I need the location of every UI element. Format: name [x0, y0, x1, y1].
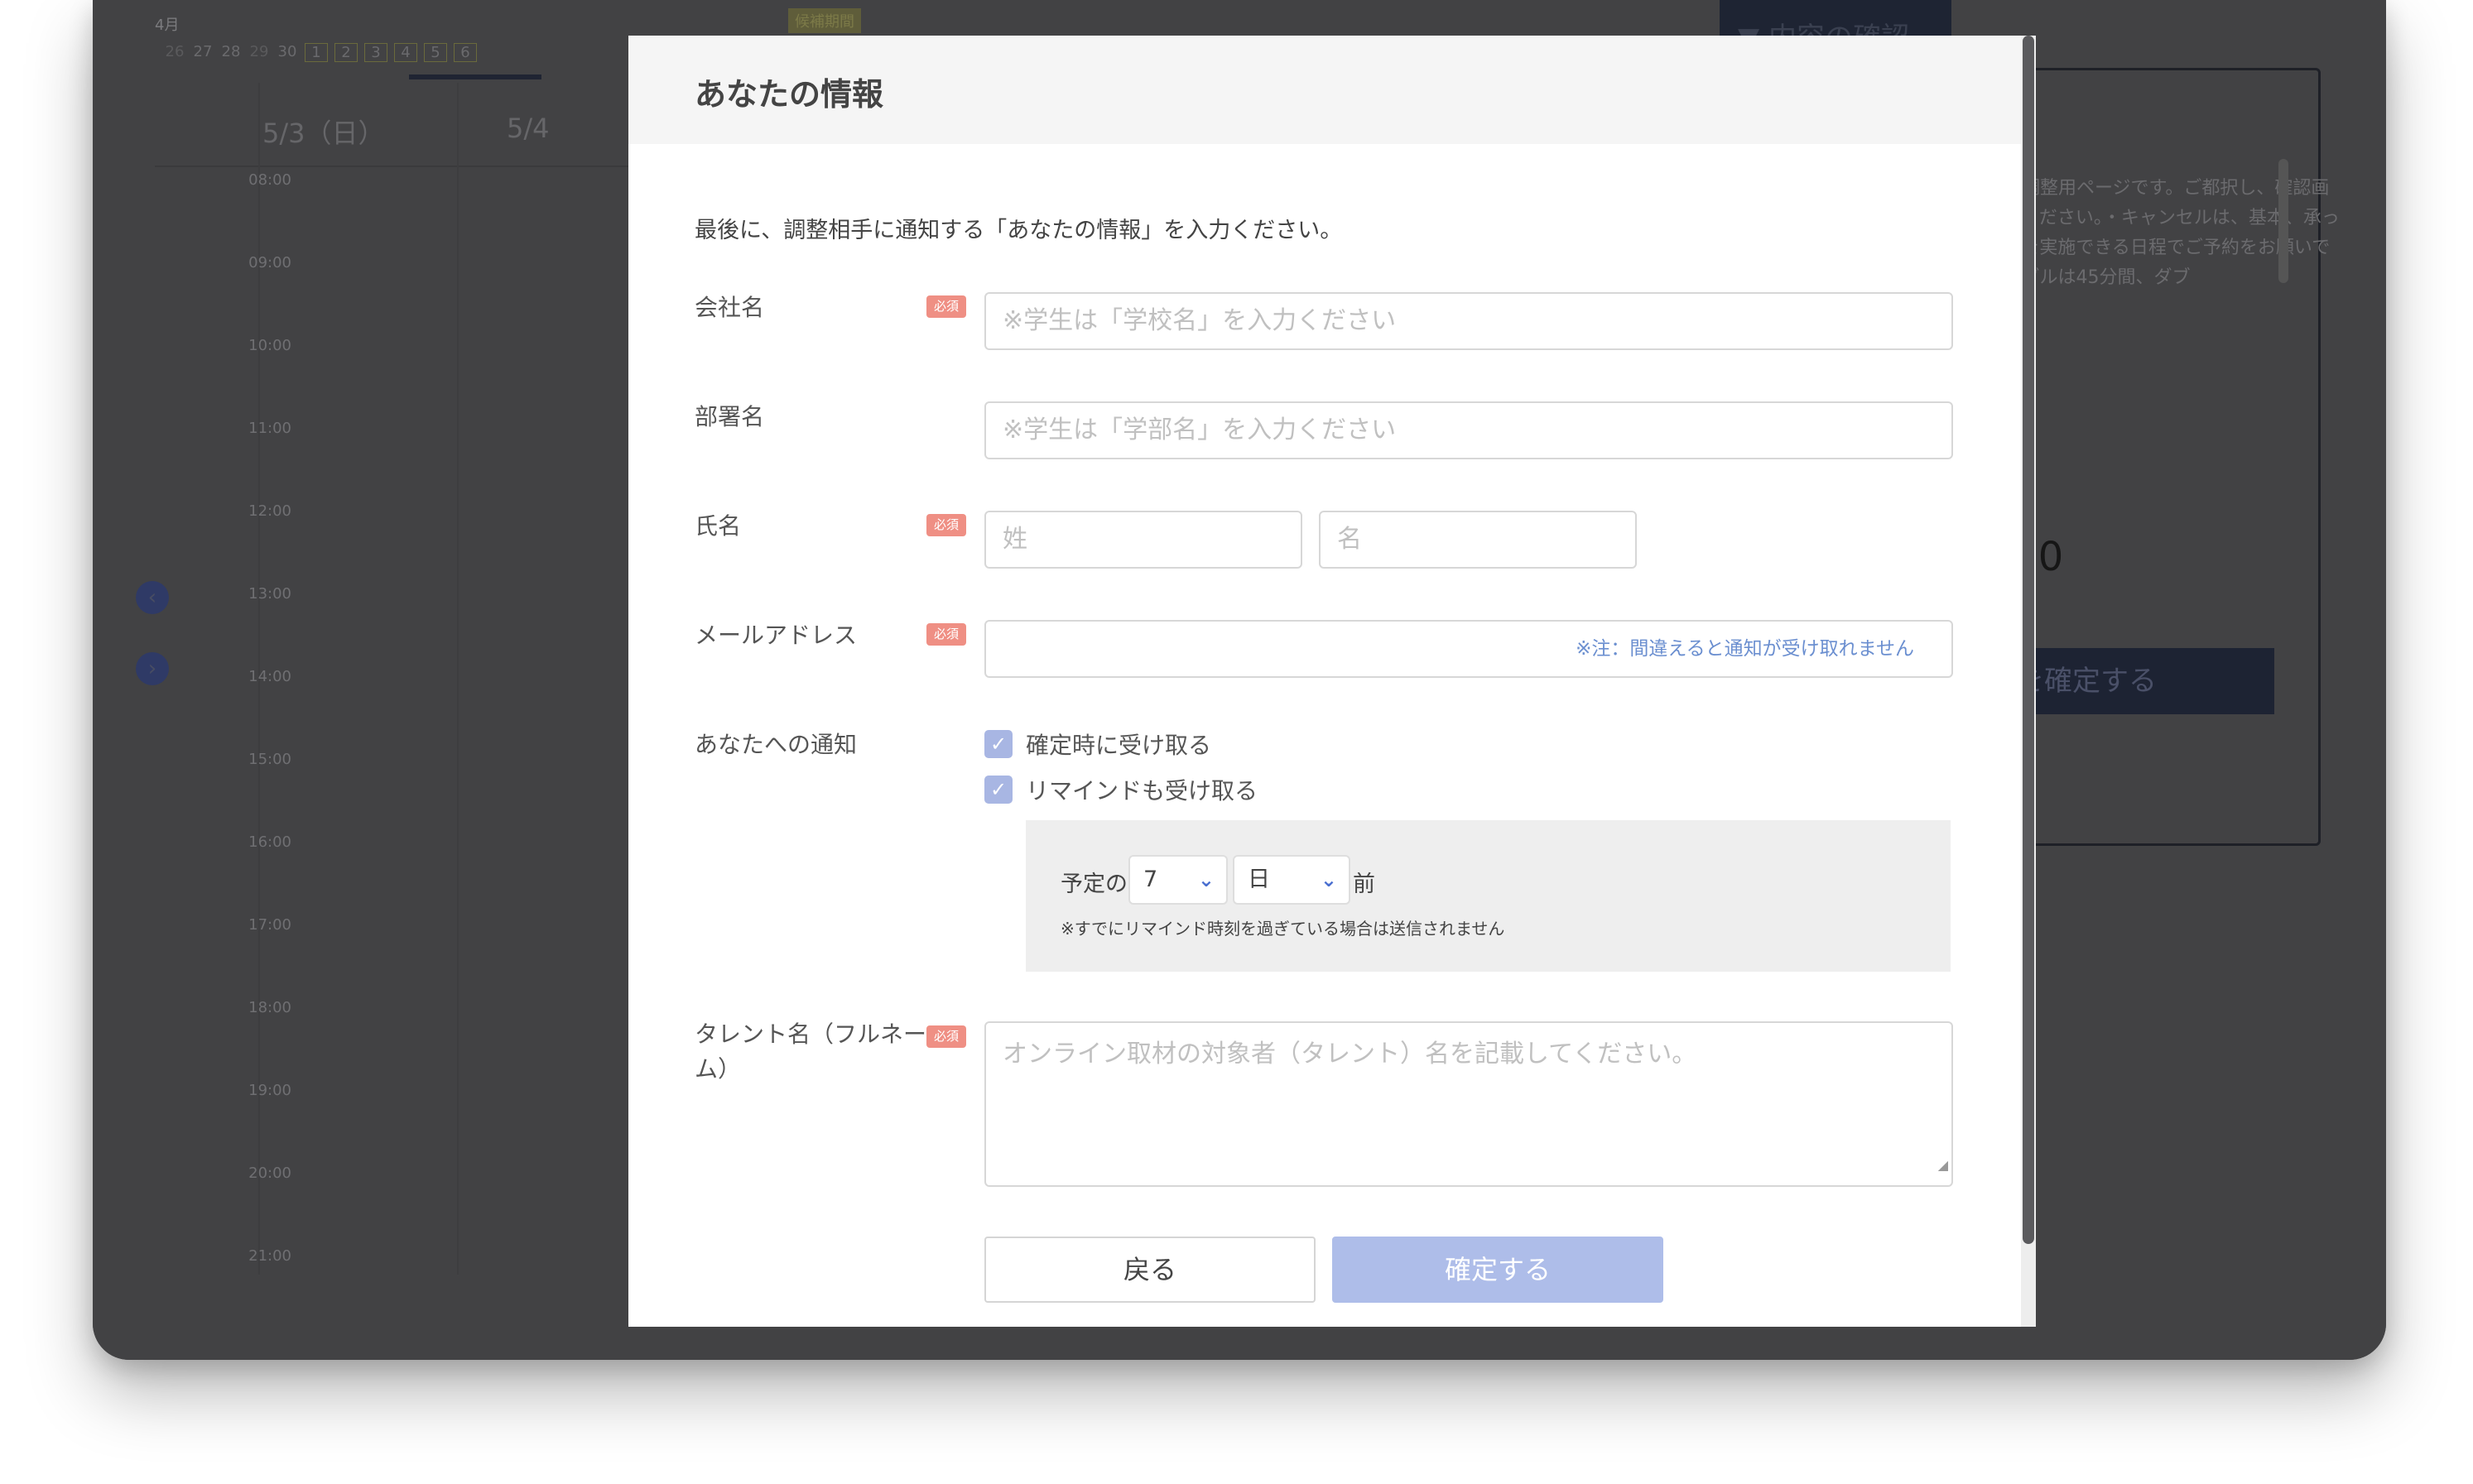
required-badge: 必須	[926, 514, 966, 536]
resize-handle-icon[interactable]: ◢	[1938, 1149, 1948, 1182]
hour-label: 19:00	[248, 1082, 291, 1099]
calendar-day-header: 5/3（日）	[262, 118, 385, 149]
department-label: 部署名	[695, 403, 765, 430]
mini-calendar-day[interactable]: 28	[220, 43, 242, 62]
panel-scrollbar[interactable]	[2278, 159, 2288, 283]
notify-on-confirm-checkbox[interactable]: ✓	[984, 730, 1013, 758]
calendar-divider	[155, 166, 652, 167]
mini-calendar-day[interactable]: 29	[248, 43, 270, 62]
required-badge: 必須	[926, 623, 966, 646]
company-input[interactable]: ※学生は「学校名」を入力ください	[984, 292, 1953, 350]
hour-label: 20:00	[248, 1165, 291, 1182]
hour-label: 16:00	[248, 833, 291, 851]
mini-calendar-day[interactable]: 2	[334, 43, 358, 62]
hour-label: 13:00	[248, 585, 291, 603]
mini-calendar-day[interactable]: 3	[364, 43, 387, 62]
hour-label: 17:00	[248, 916, 291, 934]
remind-note: ※すでにリマインド時刻を過ぎている場合は送信されません	[1061, 919, 1505, 939]
email-hint: ※注：間違えると通知が受け取れません	[1576, 638, 1914, 660]
talent-placeholder: オンライン取材の対象者（タレント）名を記載してください。	[1003, 1040, 1697, 1069]
calendar-day-header: 5/4	[507, 113, 550, 144]
notification-label: あなたへの通知	[695, 731, 858, 758]
hour-label: 18:00	[248, 999, 291, 1016]
remind-unit-value: 日	[1248, 867, 1270, 892]
modal-header: あなたの情報	[628, 36, 2036, 144]
name-label: 氏名	[695, 512, 742, 540]
next-week-arrow-icon[interactable]: ›	[136, 652, 169, 685]
modal-title: あなたの情報	[695, 76, 884, 113]
remind-amount-value: 7	[1143, 867, 1158, 892]
hour-label: 11:00	[248, 420, 291, 437]
required-badge: 必須	[926, 295, 966, 318]
mini-calendar-day[interactable]: 6	[454, 43, 477, 62]
hour-label: 21:00	[248, 1247, 291, 1265]
reminder-label[interactable]: リマインドも受け取る	[1026, 773, 1258, 806]
back-button[interactable]: 戻る	[984, 1237, 1316, 1303]
calendar-column-line	[457, 83, 459, 1275]
last-name-input[interactable]: 姓	[984, 511, 1302, 569]
mini-calendar-day[interactable]: 5	[424, 43, 447, 62]
mini-calendar-day[interactable]: 27	[192, 43, 214, 62]
chevron-down-icon: ⌄	[1320, 868, 1337, 891]
talent-textarea[interactable]: オンライン取材の対象者（タレント）名を記載してください。 ◢	[984, 1021, 1953, 1187]
hour-label: 10:00	[248, 337, 291, 354]
hour-label: 15:00	[248, 751, 291, 768]
mini-calendar-day[interactable]: 26	[164, 43, 185, 62]
notify-on-confirm-row[interactable]: ✓ 確定時に受け取る	[984, 728, 1211, 761]
chevron-down-icon: ⌄	[1197, 868, 1215, 891]
reminder-settings-box: 予定の 7 ⌄ 日 ⌄ 前 ※すでにリマインド時刻を過ぎている場合は送信されませ…	[1026, 820, 1951, 972]
modal-intro: 最後に、調整相手に通知する「あなたの情報」を入力ください。	[695, 218, 1343, 243]
reminder-checkbox[interactable]: ✓	[984, 776, 1013, 804]
confirm-button[interactable]: 確定する	[1332, 1237, 1663, 1303]
prev-week-arrow-icon[interactable]: ‹	[136, 581, 169, 614]
mini-calendar-days: 26 27 28 29 30 1 2 3 4 5 6	[164, 43, 477, 62]
remind-unit-select[interactable]: 日 ⌄	[1233, 855, 1350, 905]
hour-label: 14:00	[248, 668, 291, 685]
hour-label: 12:00	[248, 502, 291, 520]
reminder-row[interactable]: ✓ リマインドも受け取る	[984, 773, 1258, 806]
email-label: メールアドレス	[695, 622, 858, 649]
mini-calendar-day[interactable]: 4	[394, 43, 417, 62]
email-input[interactable]: ※注：間違えると通知が受け取れません	[984, 620, 1953, 678]
modal-scrollbar-track[interactable]	[2021, 36, 2036, 1327]
required-badge: 必須	[926, 1025, 966, 1048]
candidate-period-tag: 候補期間	[788, 8, 861, 33]
remind-prefix: 予定の	[1061, 872, 1128, 897]
talent-label: タレント名（フルネーム）	[695, 1021, 927, 1083]
hour-label: 09:00	[248, 254, 291, 271]
department-input[interactable]: ※学生は「学部名」を入力ください	[984, 401, 1953, 459]
mini-calendar-day[interactable]: 30	[277, 43, 298, 62]
mini-calendar-day[interactable]: 1	[305, 43, 328, 62]
your-info-modal: あなたの情報 最後に、調整相手に通知する「あなたの情報」を入力ください。 会社名…	[628, 36, 2036, 1327]
hour-label: 08:00	[248, 171, 291, 189]
calendar-hour-column: 08:00 09:00 10:00 11:00 12:00 13:00 14:0…	[209, 171, 291, 1330]
app-window: 4月 26 27 28 29 30 1 2 3 4 5 6 候補期間 5/3（日…	[93, 0, 2386, 1360]
modal-scrollbar-thumb[interactable]	[2023, 36, 2034, 1244]
remind-suffix: 前	[1353, 872, 1375, 897]
company-label: 会社名	[695, 294, 765, 321]
week-underline	[409, 74, 541, 79]
first-name-input[interactable]: 名	[1319, 511, 1637, 569]
notify-on-confirm-label[interactable]: 確定時に受け取る	[1026, 728, 1211, 761]
remind-amount-select[interactable]: 7 ⌄	[1128, 855, 1228, 905]
mini-calendar-month: 4月	[155, 17, 180, 34]
